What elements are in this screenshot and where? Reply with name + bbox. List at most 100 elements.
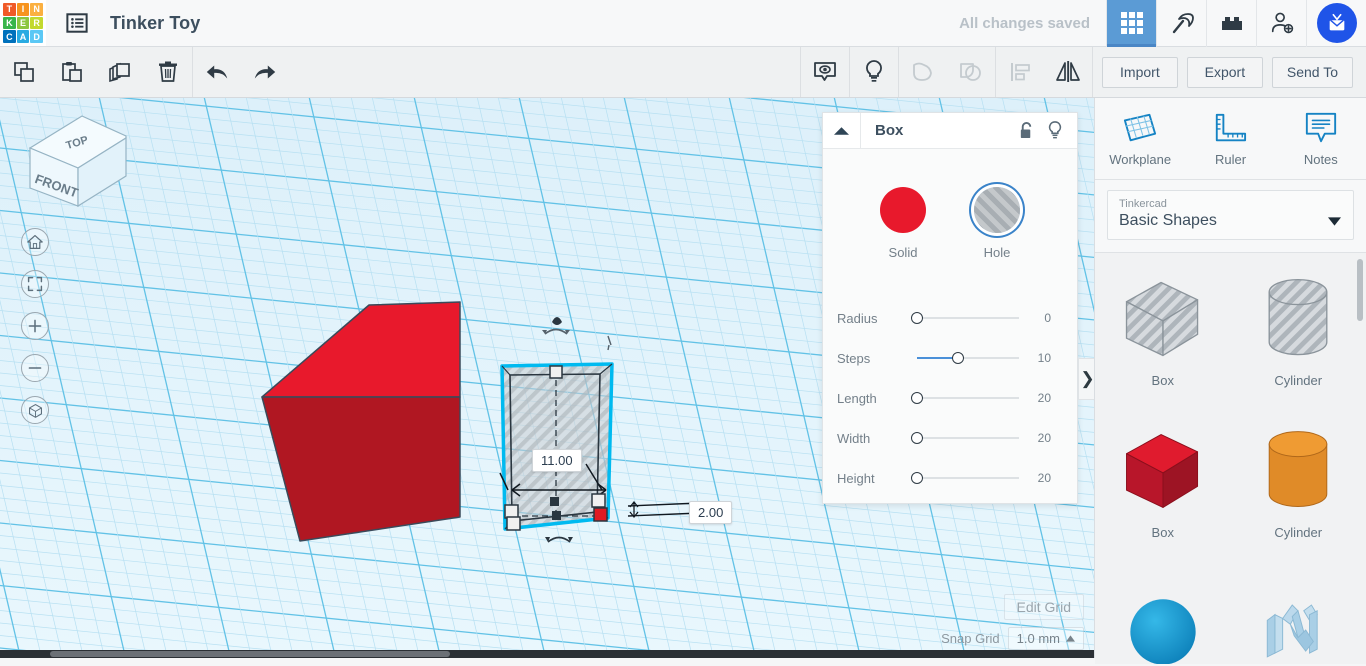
slider-knob[interactable] <box>951 352 964 364</box>
export-button[interactable]: Export <box>1186 56 1263 88</box>
sphere-thumb <box>1130 599 1196 664</box>
solid-mode-label: Solid <box>888 245 918 260</box>
width-slider[interactable]: Width 20 <box>823 418 1077 458</box>
paste-icon[interactable] <box>48 47 96 97</box>
unlock-icon[interactable] <box>1018 121 1035 140</box>
snap-grid-label: Snap Grid <box>941 631 1000 646</box>
shape-hole-box[interactable]: Box <box>1095 253 1231 405</box>
solid-box-thumb <box>1125 433 1198 508</box>
logo-tile-r: R <box>30 16 43 30</box>
slider-track[interactable] <box>917 352 1019 364</box>
logo-tile-c: C <box>3 30 16 43</box>
logo-tile-t: T <box>3 3 16 16</box>
slider-value: 0 <box>1044 311 1051 325</box>
slider-value: 20 <box>1037 471 1051 485</box>
dimension-label-width[interactable]: 11.00 <box>532 449 582 472</box>
light-bulb-icon[interactable] <box>1047 121 1063 140</box>
shape-solid-cylinder[interactable]: Cylinder <box>1231 405 1366 557</box>
hole-box-thumb <box>1125 281 1198 356</box>
add-person-icon[interactable] <box>1256 0 1306 47</box>
shape-text[interactable] <box>1231 557 1366 664</box>
ruler-icon <box>1216 113 1247 141</box>
text-shape-thumb <box>1267 604 1319 658</box>
chevron-up-icon <box>1066 635 1075 642</box>
brick-icon[interactable] <box>1206 0 1256 47</box>
slider-knob[interactable] <box>911 312 923 324</box>
hole-mode-swatch[interactable]: Hole <box>974 187 1020 260</box>
properties-header: Box <box>823 113 1077 149</box>
library-category: Tinkercad <box>1119 198 1167 210</box>
workplane-label: Workplane <box>1109 151 1172 167</box>
ungroup-icon[interactable] <box>947 47 995 97</box>
slider-value: 20 <box>1037 391 1051 405</box>
mirror-icon[interactable] <box>1044 47 1092 97</box>
delete-icon[interactable] <box>144 47 192 97</box>
workplane-tool[interactable]: Workplane <box>1095 98 1185 179</box>
slider-value: 20 <box>1037 431 1051 445</box>
solid-mode-swatch[interactable]: Solid <box>880 187 926 260</box>
avatar-container <box>1306 0 1366 47</box>
steps-slider[interactable]: Steps 10 <box>823 338 1077 378</box>
solid-box-object[interactable] <box>261 301 461 542</box>
dimension-label-depth[interactable]: 2.00 <box>689 501 733 524</box>
show-hide-icon[interactable] <box>801 47 849 97</box>
height-slider[interactable]: Height 20 <box>823 458 1077 498</box>
list-menu-icon[interactable] <box>64 10 90 36</box>
slider-track[interactable] <box>911 312 1019 324</box>
slider-track[interactable] <box>911 392 1019 404</box>
avatar[interactable] <box>1316 3 1357 43</box>
logo-tile-i: I <box>16 3 30 16</box>
group-icon[interactable] <box>899 47 947 97</box>
slider-knob[interactable] <box>911 432 923 444</box>
send-to-button[interactable]: Send To <box>1271 56 1353 88</box>
shape-sphere[interactable] <box>1095 557 1231 664</box>
radius-slider[interactable]: Radius 0 <box>823 298 1077 338</box>
redo-icon[interactable] <box>241 47 289 97</box>
hole-mode-label: Hole <box>983 245 1011 260</box>
slider-track[interactable] <box>911 472 1019 484</box>
hole-cylinder-thumb <box>1268 278 1328 355</box>
action-buttons: Import Export Send To <box>1093 56 1366 88</box>
copy-icon[interactable] <box>0 47 48 97</box>
horizontal-scrollbar[interactable] <box>0 650 1094 658</box>
hole-box-object[interactable] <box>499 317 701 543</box>
slider-label: Width <box>837 430 871 446</box>
import-button[interactable]: Import <box>1101 56 1178 88</box>
library-selected: Basic Shapes <box>1119 212 1217 229</box>
duplicate-icon[interactable] <box>96 47 144 97</box>
solid-color-circle <box>880 187 926 233</box>
edit-toolbar: Import Export Send To <box>0 47 1366 98</box>
ruler-label: Ruler <box>1214 151 1247 167</box>
logo-tile-a: A <box>16 30 30 43</box>
app-header: TIN KER CAD Tinker Toy All changes saved <box>0 0 1366 47</box>
scrollbar-thumb[interactable] <box>50 651 450 657</box>
collapse-triangle-icon[interactable] <box>823 113 861 148</box>
slider-label: Steps <box>837 350 871 366</box>
edit-grid-button[interactable]: Edit Grid <box>1003 594 1084 620</box>
shape-solid-box[interactable]: Box <box>1095 405 1231 557</box>
align-icon[interactable] <box>996 47 1044 97</box>
slider-track[interactable] <box>911 432 1019 444</box>
light-bulb-icon[interactable] <box>850 47 898 97</box>
library-selector-wrap: Tinkercad Basic Shapes <box>1095 180 1366 252</box>
slider-label: Length <box>837 390 877 406</box>
shape-hole-cylinder[interactable]: Cylinder <box>1231 253 1366 405</box>
snap-grid-select[interactable]: 1.0 mm <box>1007 627 1084 650</box>
shape-library-grid[interactable]: Box Cylinder Box Cylinder <box>1095 252 1366 664</box>
length-slider[interactable]: Length 20 <box>823 378 1077 418</box>
hole-hatch-circle <box>974 187 1020 233</box>
notes-tool[interactable]: Notes <box>1276 98 1366 179</box>
snap-grid-value: 1.0 mm <box>1016 631 1060 646</box>
slider-knob[interactable] <box>911 472 923 484</box>
pickaxe-icon[interactable] <box>1156 0 1206 47</box>
workplane-icon <box>1124 113 1157 141</box>
shape-library-select[interactable]: Tinkercad Basic Shapes <box>1107 190 1354 240</box>
ruler-tool[interactable]: Ruler <box>1185 98 1275 179</box>
properties-title: Box <box>875 122 904 139</box>
tinkercad-logo[interactable]: TIN KER CAD <box>0 0 46 46</box>
solid-cylinder-thumb <box>1268 430 1328 507</box>
slider-knob[interactable] <box>911 392 923 404</box>
undo-icon[interactable] <box>193 47 241 97</box>
shape-label: Cylinder <box>1274 524 1323 540</box>
grid-view-icon[interactable] <box>1106 0 1156 47</box>
